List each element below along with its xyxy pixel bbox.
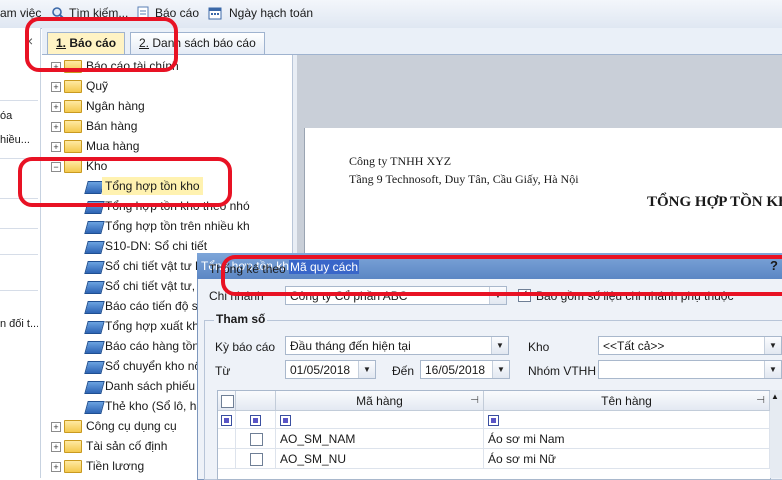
tree-folder[interactable]: Công cụ dụng cụ bbox=[86, 417, 177, 435]
tree-folder[interactable]: Tài sản cố định bbox=[86, 437, 167, 455]
tree-folder[interactable]: Quỹ bbox=[86, 77, 108, 95]
row-checkbox[interactable] bbox=[250, 433, 263, 446]
left-strip-text: hiều... bbox=[0, 134, 30, 146]
folder-icon bbox=[64, 420, 82, 433]
expand-icon[interactable]: + bbox=[51, 122, 61, 132]
expand-icon[interactable]: + bbox=[51, 82, 61, 92]
chevron-up-icon[interactable]: ▲ bbox=[771, 392, 779, 401]
grid-cell-item-name[interactable]: Áo sơ mi Nữ bbox=[484, 449, 770, 469]
report-book-icon bbox=[84, 401, 105, 414]
from-label: Từ bbox=[215, 364, 231, 378]
report-title: TỔNG HỢP TỒN KH bbox=[647, 194, 782, 210]
report-book-icon bbox=[84, 361, 105, 374]
from-date-value: 01/05/2018 bbox=[290, 363, 351, 377]
folder-icon bbox=[64, 120, 82, 133]
calendar-icon bbox=[208, 7, 222, 20]
to-label: Đến bbox=[392, 364, 415, 378]
expand-icon[interactable]: + bbox=[51, 442, 61, 452]
grid-header-item-code[interactable]: Mã hàng ⊣ bbox=[276, 391, 484, 411]
folder-icon bbox=[64, 80, 82, 93]
chevron-down-icon[interactable]: ▼ bbox=[358, 361, 375, 378]
report-company: Công ty TNHH XYZ bbox=[349, 154, 452, 168]
tree-report-item[interactable]: Tổng hợp tồn trên nhiều kho (Bảng) bbox=[105, 217, 250, 235]
tree-report-item[interactable]: Tổng hợp xuất kho bbox=[105, 317, 206, 335]
filter-icon[interactable] bbox=[280, 415, 291, 426]
grid-cell-item-code[interactable]: AO_SM_NU bbox=[276, 449, 484, 469]
left-strip-text: n đối t... bbox=[0, 318, 38, 330]
from-date-input[interactable]: 01/05/2018 ▼ bbox=[285, 360, 376, 379]
pin-icon[interactable]: ⊣ bbox=[756, 391, 765, 411]
row-checkbox[interactable] bbox=[250, 453, 263, 466]
tree-report-item[interactable]: Sổ chuyển kho nội bbox=[105, 357, 204, 375]
report-period-label: Kỳ báo cáo bbox=[215, 340, 276, 354]
grid-header-item-name[interactable]: Tên hàng ⊣ bbox=[484, 391, 770, 411]
grid-scrollbar[interactable]: ▲ bbox=[770, 390, 782, 478]
to-date-value: 16/05/2018 bbox=[425, 363, 486, 377]
report-book-icon bbox=[84, 301, 105, 314]
grid-header-label: Mã hàng bbox=[356, 394, 403, 408]
warehouse-value: <<Tất cả>> bbox=[603, 339, 665, 353]
highlight-box bbox=[18, 157, 232, 207]
report-period-value: Đầu tháng đến hiện tại bbox=[290, 339, 411, 353]
report-book-icon bbox=[84, 341, 105, 354]
select-all-checkbox[interactable] bbox=[221, 395, 234, 408]
grid-cell-item-name[interactable]: Áo sơ mi Nam bbox=[484, 429, 770, 449]
expand-icon[interactable]: + bbox=[51, 422, 61, 432]
pin-icon[interactable]: ⊣ bbox=[470, 391, 479, 411]
tree-report-item[interactable]: Sổ chi tiết vật tư hà bbox=[105, 257, 208, 275]
chevron-down-icon[interactable]: ▼ bbox=[764, 337, 781, 354]
to-date-input[interactable]: 16/05/2018 ▼ bbox=[420, 360, 510, 379]
report-book-icon bbox=[84, 221, 105, 234]
item-group-label: Nhóm VTHH bbox=[528, 364, 597, 378]
expand-icon[interactable]: + bbox=[51, 142, 61, 152]
tree-report-item[interactable]: Danh sách phiếu x bbox=[105, 377, 204, 395]
chevron-down-icon[interactable]: ▼ bbox=[491, 337, 508, 354]
folder-icon bbox=[64, 140, 82, 153]
report-book-icon bbox=[84, 381, 105, 394]
tree-report-item[interactable]: Sổ chi tiết vật tư, hà bbox=[105, 277, 212, 295]
item-grid: Mã hàng ⊣ Tên hàng ⊣ AO_SM_NAM Áo sơ mi … bbox=[217, 390, 771, 480]
toolbar-posting-date-button[interactable]: Ngày hạch toán bbox=[229, 6, 313, 20]
expand-icon[interactable]: + bbox=[51, 462, 61, 472]
tree-folder[interactable]: Bán hàng bbox=[86, 117, 137, 135]
tree-folder[interactable]: Ngân hàng bbox=[86, 97, 145, 115]
folder-icon bbox=[64, 100, 82, 113]
grid-header-label: Tên hàng bbox=[601, 394, 652, 408]
tree-folder[interactable]: Tiền lương bbox=[86, 457, 144, 475]
left-panel-strip: × óa hiều... n đối t... bbox=[0, 28, 41, 478]
params-legend: Tham số bbox=[214, 312, 268, 326]
highlight-box bbox=[221, 255, 782, 296]
left-strip-text: óa bbox=[0, 110, 13, 122]
tree-report-item[interactable]: S10-DN: Sổ chi tiết bbox=[105, 237, 207, 255]
grid-cell-item-code[interactable]: AO_SM_NAM bbox=[276, 429, 484, 449]
report-address: Tầng 9 Technosoft, Duy Tân, Cầu Giấy, Hà… bbox=[349, 172, 579, 186]
report-period-select[interactable]: Đầu tháng đến hiện tại ▼ bbox=[285, 336, 509, 355]
tree-folder[interactable]: Mua hàng bbox=[86, 137, 139, 155]
report-book-icon bbox=[84, 321, 105, 334]
folder-icon bbox=[64, 440, 82, 453]
grid-header-blank bbox=[236, 391, 276, 411]
tree-report-item[interactable]: Báo cáo hàng tồn k bbox=[105, 337, 208, 355]
warehouse-select[interactable]: <<Tất cả>> ▼ bbox=[598, 336, 782, 355]
filter-icon[interactable] bbox=[488, 415, 499, 426]
folder-icon bbox=[64, 460, 82, 473]
warehouse-label: Kho bbox=[528, 340, 550, 354]
chevron-down-icon[interactable]: ▼ bbox=[764, 361, 781, 378]
report-book-icon bbox=[84, 261, 105, 274]
report-book-icon bbox=[84, 241, 105, 254]
expand-icon[interactable]: + bbox=[51, 102, 61, 112]
highlight-box bbox=[25, 17, 178, 72]
item-group-select[interactable]: ▼ bbox=[598, 360, 782, 379]
report-book-icon bbox=[84, 281, 105, 294]
filter-icon[interactable] bbox=[221, 415, 232, 426]
tree-report-item[interactable]: Báo cáo tiến độ sả bbox=[105, 297, 204, 315]
filter-icon[interactable] bbox=[250, 415, 261, 426]
chevron-down-icon[interactable]: ▼ bbox=[492, 361, 509, 378]
tree-report-item[interactable]: Thẻ kho (Sổ lô, hạn bbox=[105, 397, 210, 415]
